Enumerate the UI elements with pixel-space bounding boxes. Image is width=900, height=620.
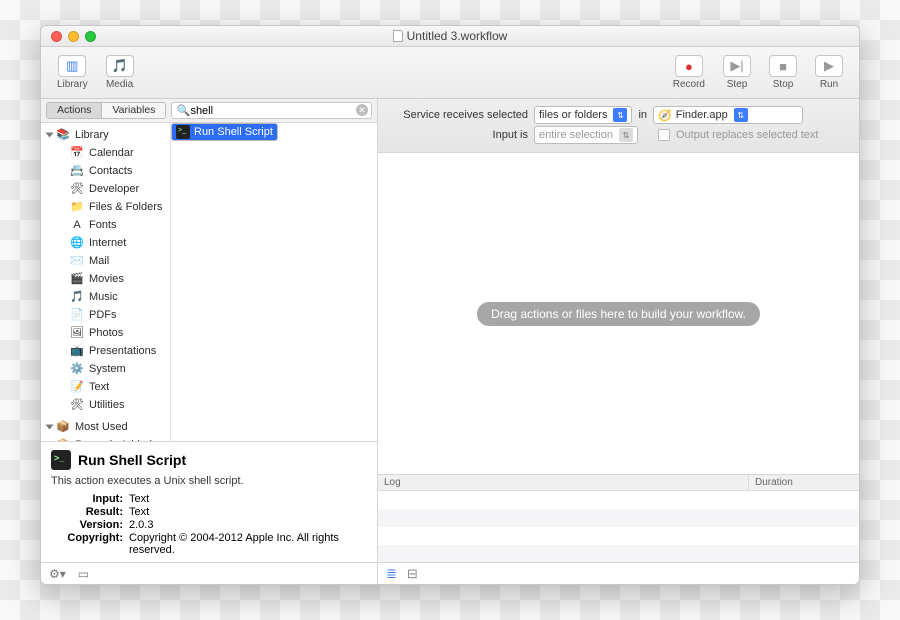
category-item[interactable]: 📦Most Used xyxy=(41,418,170,436)
input-is-select[interactable]: entire selection⇅ xyxy=(534,126,638,144)
library-tabs[interactable]: Actions Variables xyxy=(46,102,166,119)
document-icon xyxy=(393,30,403,42)
stop-button[interactable]: ■ Stop xyxy=(761,53,805,92)
category-item[interactable]: ⚙️System xyxy=(41,360,170,378)
category-item[interactable]: 📚Library xyxy=(41,126,170,144)
tab-variables[interactable]: Variables xyxy=(101,103,165,118)
category-item[interactable]: 📇Contacts xyxy=(41,162,170,180)
category-icon: 🎵 xyxy=(70,290,84,304)
media-icon: 🎵 xyxy=(111,58,127,74)
terminal-icon xyxy=(176,125,190,139)
zoom-icon[interactable] xyxy=(85,31,96,42)
category-icon: ✉️ xyxy=(70,254,84,268)
detail-title: Run Shell Script xyxy=(78,452,186,468)
action-detail: Run Shell Script This action executes a … xyxy=(41,441,377,562)
results-list[interactable]: Run Shell Script xyxy=(171,123,377,441)
category-item[interactable]: 📁Files & Folders xyxy=(41,198,170,216)
record-icon: ● xyxy=(685,59,693,74)
finder-icon: 🧭 xyxy=(658,109,672,122)
category-item[interactable]: 🎬Movies xyxy=(41,270,170,288)
workflow-panel: Service receives selected files or folde… xyxy=(378,99,859,584)
library-panel: Actions Variables 🔍 ✕ 📚Library📅Calendar📇… xyxy=(41,99,378,584)
toolbar: ▥ Library 🎵 Media ● Record ▶| Step ■ Sto… xyxy=(41,47,859,99)
category-item[interactable]: 🛠Utilities xyxy=(41,396,170,414)
log-panel: Log Duration ≣ ⊟ xyxy=(378,474,859,584)
gear-icon[interactable]: ⚙︎▾ xyxy=(49,567,66,581)
library-icon: ▥ xyxy=(66,58,78,74)
category-item[interactable]: AFonts xyxy=(41,216,170,234)
service-config: Service receives selected files or folde… xyxy=(378,99,859,153)
chevron-updown-icon: ⇅ xyxy=(613,108,627,122)
category-item[interactable]: 📅Calendar xyxy=(41,144,170,162)
category-icon: 🖼 xyxy=(70,326,84,340)
output-replaces-checkbox[interactable] xyxy=(658,129,670,141)
category-icon: 🌐 xyxy=(70,236,84,250)
chevron-updown-icon: ⇅ xyxy=(734,108,748,122)
category-item[interactable]: 📺Presentations xyxy=(41,342,170,360)
run-icon: ▶ xyxy=(824,58,834,74)
category-icon: ⚙️ xyxy=(70,362,84,376)
category-icon: 📁 xyxy=(70,200,84,214)
detail-desc: This action executes a Unix shell script… xyxy=(51,475,367,487)
library-button[interactable]: ▥ Library xyxy=(49,53,96,92)
run-button[interactable]: ▶ Run xyxy=(807,53,851,92)
category-icon: 📝 xyxy=(70,380,84,394)
category-list[interactable]: 📚Library📅Calendar📇Contacts🛠Developer📁Fil… xyxy=(41,123,171,441)
category-item[interactable]: ✉️Mail xyxy=(41,252,170,270)
close-icon[interactable] xyxy=(51,31,62,42)
input-type-select[interactable]: files or folders⇅ xyxy=(534,106,632,124)
search-input[interactable] xyxy=(171,102,372,119)
category-icon: 📅 xyxy=(70,146,84,160)
category-icon: 📇 xyxy=(70,164,84,178)
category-icon: 📄 xyxy=(70,308,84,322)
category-icon: 📺 xyxy=(70,344,84,358)
automator-window: Untitled 3.workflow ▥ Library 🎵 Media ● … xyxy=(40,25,860,585)
workflow-canvas[interactable]: Drag actions or files here to build your… xyxy=(378,153,859,474)
terminal-icon xyxy=(51,450,71,470)
category-icon: 🎬 xyxy=(70,272,84,286)
result-item[interactable]: Run Shell Script xyxy=(171,123,278,141)
log-col-duration[interactable]: Duration xyxy=(749,475,859,490)
titlebar: Untitled 3.workflow xyxy=(41,26,859,47)
log-body xyxy=(378,491,859,562)
minimize-icon[interactable] xyxy=(68,31,79,42)
search-field[interactable]: 🔍 ✕ xyxy=(171,102,372,119)
category-icon: 🛠 xyxy=(70,182,84,196)
list-view-icon[interactable]: ≣ xyxy=(386,566,397,582)
step-icon: ▶| xyxy=(730,58,743,74)
app-select[interactable]: 🧭 Finder.app⇅ xyxy=(653,106,803,124)
media-button[interactable]: 🎵 Media xyxy=(98,53,142,92)
canvas-hint: Drag actions or files here to build your… xyxy=(477,302,760,326)
category-icon: 📚 xyxy=(56,128,70,142)
category-icon: A xyxy=(70,218,84,232)
window-title: Untitled 3.workflow xyxy=(41,29,859,43)
compact-view-icon[interactable]: ⊟ xyxy=(407,566,418,582)
stop-icon: ■ xyxy=(779,59,787,74)
clear-search-icon[interactable]: ✕ xyxy=(356,104,368,116)
category-item[interactable]: 🛠Developer xyxy=(41,180,170,198)
category-item[interactable]: 🎵Music xyxy=(41,288,170,306)
chevron-updown-icon: ⇅ xyxy=(619,128,633,142)
category-item[interactable]: 📝Text xyxy=(41,378,170,396)
gear-footer: ⚙︎▾ ▭ xyxy=(41,562,377,584)
record-button[interactable]: ● Record xyxy=(665,53,713,92)
category-icon: 🛠 xyxy=(70,398,84,412)
search-icon: 🔍 xyxy=(176,104,190,117)
category-icon: 📦 xyxy=(56,420,70,434)
tab-actions[interactable]: Actions xyxy=(47,103,101,118)
category-item[interactable]: 📄PDFs xyxy=(41,306,170,324)
category-item[interactable]: 🖼Photos xyxy=(41,324,170,342)
log-col-log[interactable]: Log xyxy=(378,475,749,490)
layout-icon[interactable]: ▭ xyxy=(78,567,89,581)
step-button[interactable]: ▶| Step xyxy=(715,53,759,92)
category-item[interactable]: 🌐Internet xyxy=(41,234,170,252)
